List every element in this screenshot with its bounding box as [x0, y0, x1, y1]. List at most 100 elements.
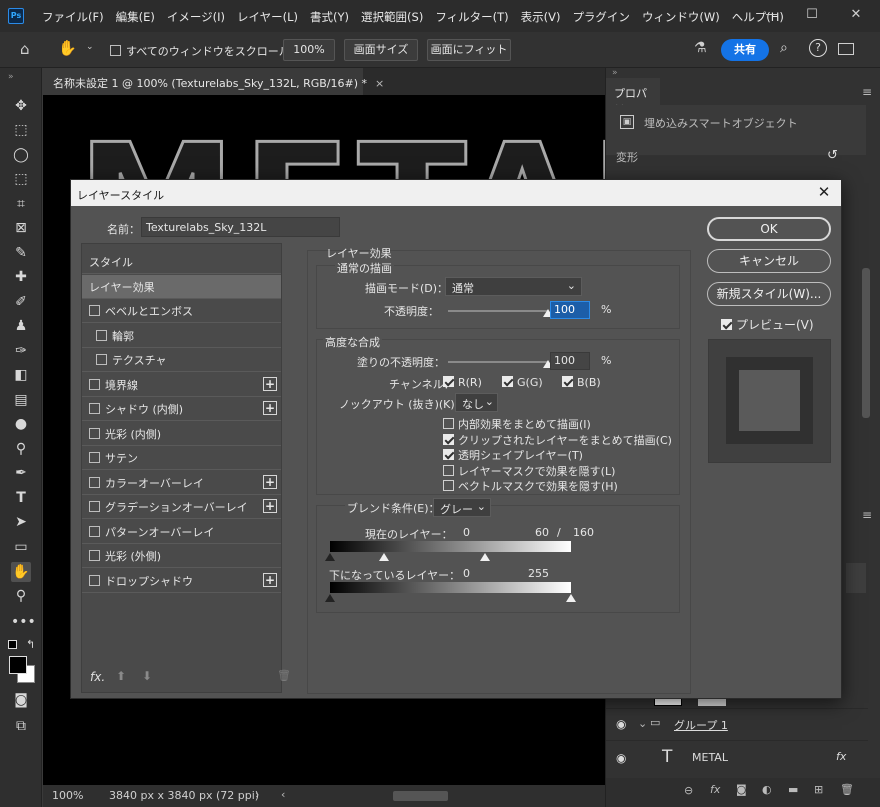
document-tab[interactable]: 名称未設定 1 @ 100% (Texturelabs_Sky_132L, RG… [43, 68, 384, 95]
status-zoom[interactable]: 100% [52, 789, 83, 802]
frame-tool-icon[interactable]: ⊠ [11, 218, 31, 238]
dialog-close-icon[interactable]: ✕ [815, 183, 833, 201]
pen-tool-icon[interactable]: ✒ [11, 463, 31, 483]
advanced-option-checkbox[interactable]: レイヤーマスクで効果を隠す(L) [443, 463, 615, 479]
type-tool-icon[interactable]: T [11, 488, 31, 508]
add-instance-icon[interactable]: + [263, 376, 277, 391]
style-checkbox[interactable] [96, 329, 107, 341]
share-button[interactable]: 共有 [721, 39, 769, 61]
zoom-tool-icon[interactable]: ⚲ [11, 586, 31, 606]
gradient-tool-icon[interactable]: ▤ [11, 390, 31, 410]
object-select-tool-icon[interactable]: ⬚ [11, 169, 31, 189]
channel-b-checkbox[interactable]: B(B) [562, 376, 601, 389]
tab-close-icon[interactable]: × [375, 77, 384, 90]
layer-row-text[interactable]: ◉ T METAL fx [606, 740, 868, 776]
style-item[interactable]: 輪郭 [82, 324, 281, 348]
eraser-tool-icon[interactable]: ◧ [11, 365, 31, 385]
dodge-tool-icon[interactable]: ⚲ [11, 439, 31, 459]
style-item[interactable]: ドロップシャドウ + [82, 569, 281, 593]
advanced-option-checkbox[interactable]: 内部効果をまとめて描画(I) [443, 416, 591, 432]
more-tools-icon[interactable]: ••• [11, 612, 36, 632]
quick-mask-icon[interactable]: ◙ [11, 690, 31, 710]
add-mask-icon[interactable]: ◙ [736, 783, 747, 796]
style-checkbox[interactable] [89, 525, 100, 537]
tool-preset-chevron-icon[interactable]: ⌄ [86, 42, 94, 52]
option-checkbox[interactable] [443, 464, 454, 476]
maximize-icon[interactable]: ☐ [802, 5, 822, 25]
history-brush-tool-icon[interactable]: ✑ [11, 341, 31, 361]
channel-r-checkbox[interactable]: R(R) [443, 376, 482, 389]
style-checkbox[interactable] [89, 476, 100, 488]
this-layer-white-thumb-left[interactable] [379, 553, 389, 561]
menu-item[interactable]: イメージ(I) [161, 9, 231, 25]
visibility-eye-icon[interactable]: ◉ [616, 717, 626, 731]
style-checkbox[interactable] [89, 452, 100, 463]
foreground-color-swatch[interactable] [9, 656, 27, 674]
move-tool-icon[interactable]: ✥ [11, 96, 31, 116]
menu-item[interactable]: プラグイン [566, 9, 636, 25]
fit-screen-button[interactable]: 画面サイズ [344, 39, 418, 61]
reset-transform-icon[interactable]: ↺ [827, 148, 838, 163]
knockout-select[interactable]: なし ⌄ [455, 393, 498, 412]
marquee-tool-icon[interactable]: ⬚ [11, 120, 31, 140]
blend-if-select[interactable]: グレー ⌄ [433, 498, 491, 517]
hand-tool-icon[interactable]: ✋ [58, 39, 77, 57]
style-item[interactable]: 光彩 (外側) [82, 544, 281, 568]
this-layer-white-thumb-right[interactable] [480, 553, 490, 561]
advanced-option-checkbox[interactable]: 透明シェイプレイヤー(T) [443, 447, 583, 463]
name-input[interactable]: Texturelabs_Sky_132L [141, 217, 340, 237]
scroll-all-windows-checkbox[interactable]: すべてのウィンドウをスクロール [110, 43, 290, 59]
rectangle-tool-icon[interactable]: ▭ [11, 537, 31, 557]
labs-flask-icon[interactable]: ⚗ [694, 40, 707, 56]
style-checkbox[interactable] [89, 403, 100, 414]
option-checkbox[interactable] [443, 480, 454, 491]
search-icon[interactable]: ⌕ [780, 40, 788, 56]
style-item[interactable]: レイヤー効果 [82, 274, 281, 299]
option-checkbox[interactable] [443, 449, 454, 460]
add-instance-icon[interactable]: + [263, 499, 277, 513]
delete-effect-icon[interactable]: 🗑 [277, 669, 291, 682]
home-icon[interactable]: ⌂ [20, 40, 30, 58]
style-item[interactable]: パターンオーバーレイ [82, 520, 281, 544]
new-layer-icon[interactable]: ⊞ [814, 783, 823, 796]
style-checkbox[interactable] [89, 378, 100, 390]
properties-tab[interactable]: プロパティ [606, 78, 660, 116]
style-checkbox[interactable] [89, 305, 100, 316]
move-up-icon[interactable]: ⬆ [116, 669, 126, 683]
style-checkbox[interactable] [89, 427, 100, 439]
eyedropper-tool-icon[interactable]: ✎ [11, 243, 31, 263]
fill-opacity-input[interactable]: 100 [550, 352, 590, 370]
opacity-input[interactable]: 100 [550, 301, 590, 319]
preview-checkbox[interactable]: プレビュー(V) [721, 316, 814, 333]
stamp-tool-icon[interactable]: ♟ [11, 316, 31, 336]
fill-screen-button[interactable]: 画面にフィット [427, 39, 511, 61]
panel-collapse-icon[interactable]: » [612, 68, 618, 78]
channel-g-checkbox[interactable]: G(G) [502, 376, 543, 389]
collapse-tools-icon[interactable]: » [8, 72, 14, 82]
status-menu-chevron-icon[interactable]: › [255, 788, 259, 801]
add-instance-icon[interactable]: + [263, 474, 277, 489]
layer-row-group[interactable]: ◉ ⌄ ▭ グループ 1 [606, 708, 868, 740]
add-style-icon[interactable]: fx [710, 783, 720, 796]
layers-panel-menu-icon[interactable]: ≡ [862, 508, 872, 522]
advanced-option-checkbox[interactable]: クリップされたレイヤーをまとめて描画(C) [443, 432, 672, 448]
style-item[interactable]: シャドウ (内側) + [82, 397, 281, 421]
help-icon[interactable]: ? [809, 39, 827, 57]
horizontal-scrollbar[interactable] [393, 791, 448, 801]
layer-fx-icon[interactable]: fx [836, 750, 846, 763]
healing-brush-tool-icon[interactable]: ✚ [11, 267, 31, 287]
new-style-button[interactable]: 新規スタイル(W)... [707, 282, 831, 306]
option-checkbox[interactable] [443, 418, 454, 429]
underlying-white-thumb[interactable] [566, 594, 576, 602]
swap-colors-icon[interactable]: ↰ [26, 638, 35, 651]
screen-mode-icon[interactable]: ⧉ [11, 716, 31, 736]
move-down-icon[interactable]: ⬇ [142, 669, 152, 683]
add-instance-icon[interactable]: + [263, 401, 277, 415]
lasso-tool-icon[interactable]: ◯ [11, 145, 31, 165]
fill-slider-track[interactable] [448, 361, 548, 363]
this-layer-black-thumb[interactable] [325, 553, 335, 561]
style-checkbox[interactable] [89, 501, 100, 512]
style-item[interactable]: テクスチャ [82, 348, 281, 372]
blur-tool-icon[interactable]: ● [11, 414, 31, 434]
link-layers-icon[interactable]: ⊖ [684, 784, 693, 797]
